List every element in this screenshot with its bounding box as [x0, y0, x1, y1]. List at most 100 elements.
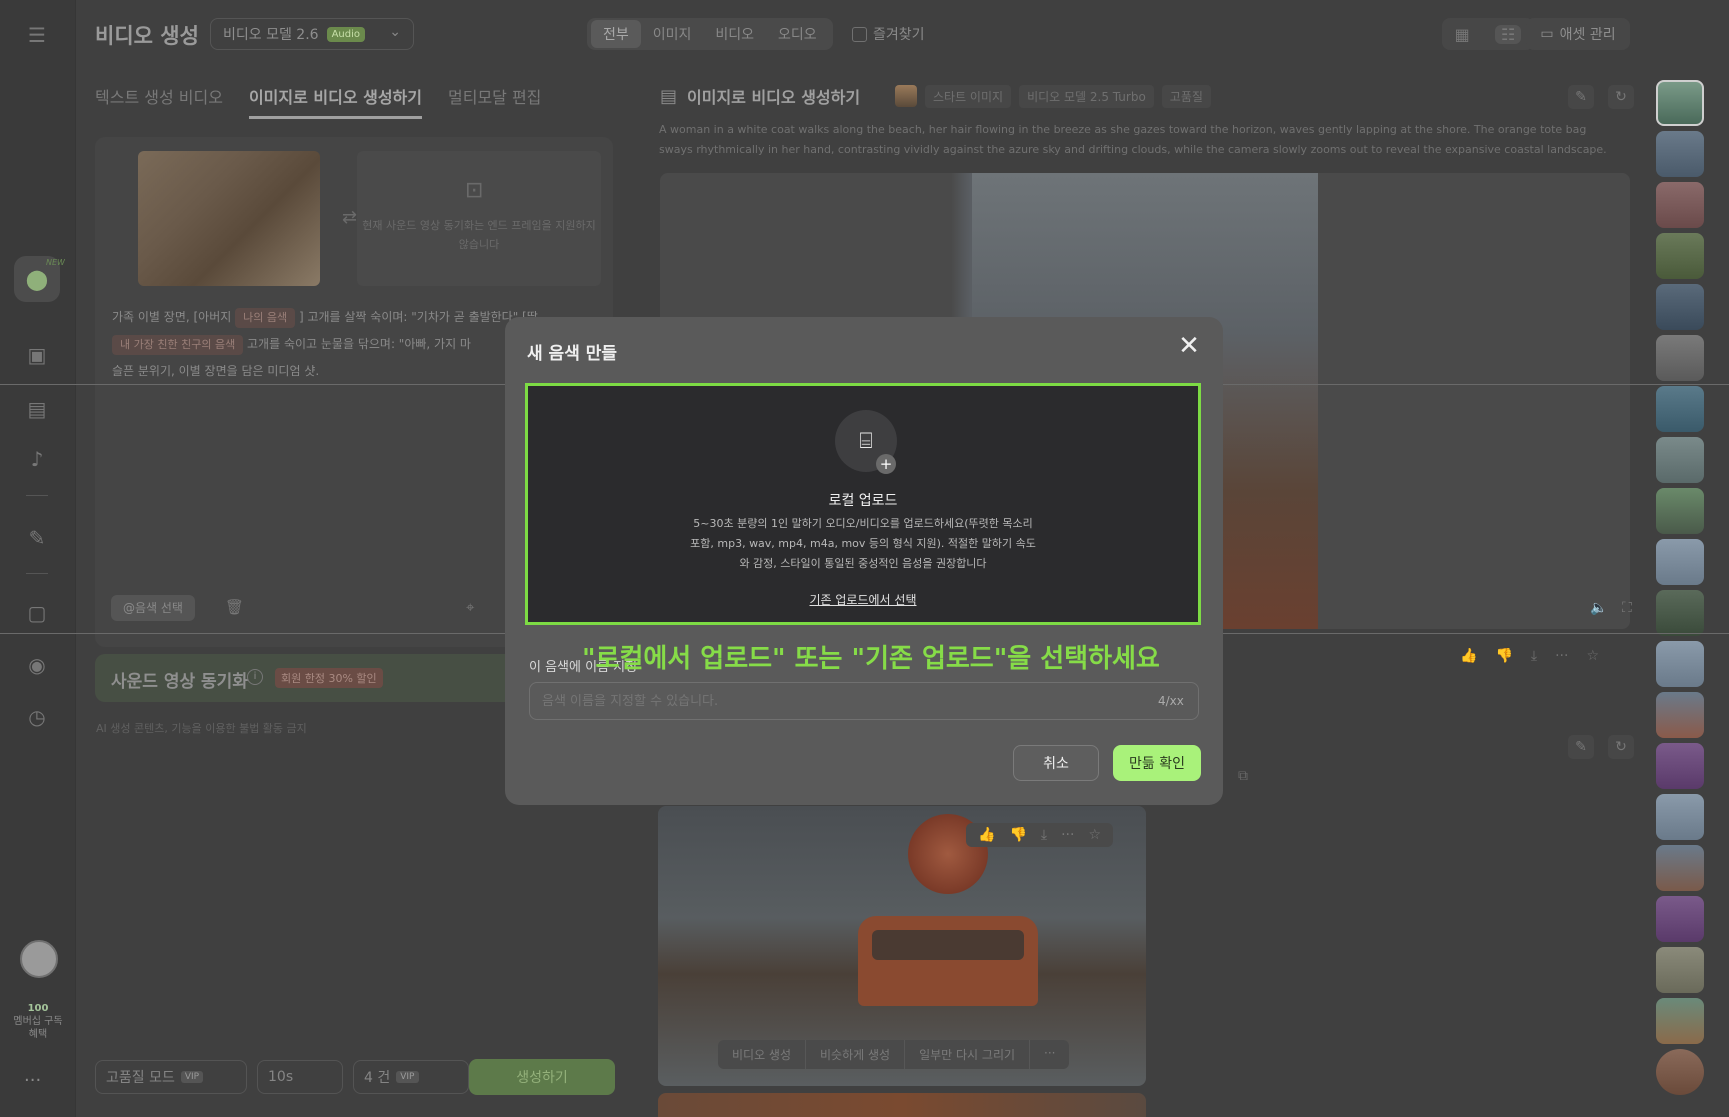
thumbnail[interactable]	[1656, 233, 1704, 279]
favorites-toggle[interactable]: 즐겨찾기	[852, 24, 925, 44]
volume-icon[interactable]: 🔈	[1590, 600, 1607, 616]
thumbnail[interactable]	[1656, 845, 1704, 891]
grid-view-icon[interactable]: ▦	[1455, 25, 1470, 44]
prompt-text[interactable]: 가족 이별 장면, [아버지 나의 음색 ] 고개를 살짝 숙이며: "기차가 …	[112, 304, 572, 385]
fullscreen-icon[interactable]: ⛶	[1622, 600, 1632, 616]
confirm-create-button[interactable]: 만듦 확인	[1113, 745, 1201, 781]
credits-block[interactable]: 100 멤버십 구독 혜택	[8, 1002, 68, 1041]
more-icon[interactable]: ···	[24, 1070, 41, 1091]
image-nav-icon[interactable]: ▣	[24, 342, 50, 368]
regenerate-icon[interactable]: ↻	[1608, 735, 1634, 759]
edit-nav-icon[interactable]: ✎	[24, 525, 50, 551]
start-frame-image[interactable]	[138, 151, 320, 286]
generate-button[interactable]: 생성하기	[469, 1059, 615, 1095]
tab-video[interactable]: 비디오	[703, 20, 766, 48]
count-dropdown[interactable]: 4 건 VIP	[353, 1060, 469, 1094]
thumbs-down-icon[interactable]: 👎	[1495, 648, 1512, 664]
rail-divider	[26, 495, 48, 496]
end-frame-hint: 현재 사운드 영상 동기화는 엔드 프레임을 지원하지 않습니다	[362, 219, 596, 251]
card-action-inpaint[interactable]: 일부만 다시 그리기	[905, 1040, 1031, 1069]
favorites-checkbox[interactable]	[852, 26, 867, 42]
close-icon[interactable]: ✕	[1176, 333, 1202, 359]
discount-badge: 회원 한정 30% 할인	[275, 668, 383, 688]
regenerate-icon[interactable]: ↻	[1608, 85, 1634, 109]
tab-multimodal-edit[interactable]: 멀티모달 편집	[448, 84, 541, 119]
generation-controls: 고품질 모드 VIP 10s 4 건 VIP	[95, 1060, 469, 1094]
next-result-card[interactable]	[658, 1093, 1146, 1117]
library-nav-icon[interactable]: ▢	[24, 600, 50, 626]
thumbnail[interactable]	[1656, 284, 1704, 330]
prompt-part: ] 고개를 살짝 숙이며: "기차가 곧 출발한다" [딸	[298, 310, 538, 324]
thumbnail[interactable]	[1656, 539, 1704, 585]
card-actions: 비디오 생성 비슷하게 생성 일부만 다시 그리기 ···	[718, 1040, 1070, 1069]
thumbnail[interactable]	[1656, 794, 1704, 840]
more-icon[interactable]: ···	[1555, 648, 1568, 664]
vip-badge: VIP	[180, 1071, 204, 1083]
history-nav-icon[interactable]: ◷	[24, 704, 50, 730]
thumbnail[interactable]	[1656, 437, 1704, 483]
left-rail: ☰ ⬤ NEW ▣ ▤ ♪ ✎ ▢ ◉ ◷ 100 멤버십 구독 혜택 ···	[0, 0, 76, 1117]
tab-image-to-video[interactable]: 이미지로 비디오 생성하기	[248, 84, 422, 119]
thumbnail[interactable]	[1656, 743, 1704, 789]
card-action-similar[interactable]: 비슷하게 생성	[806, 1040, 906, 1069]
download-icon[interactable]: ⤓	[1041, 827, 1047, 843]
location-pin-icon[interactable]: ⌖	[466, 598, 474, 616]
video-nav-icon[interactable]: ▤	[24, 396, 50, 422]
swap-icon[interactable]: ⇄	[342, 207, 357, 228]
thumbnail[interactable]	[1656, 131, 1704, 177]
start-image-thumb[interactable]	[895, 85, 917, 107]
card-action-more[interactable]: ···	[1030, 1040, 1069, 1069]
thumbnail[interactable]	[1656, 182, 1704, 228]
star-icon[interactable]: ☆	[1586, 648, 1599, 664]
upload-description: 5~30초 분량의 1인 말하기 오디오/비디오를 업로드하세요(뚜렷한 목소리…	[690, 517, 1036, 570]
new-badge: NEW	[46, 258, 65, 267]
cancel-button[interactable]: 취소	[1013, 745, 1099, 781]
copy-icon[interactable]: ⧉	[1238, 768, 1248, 784]
modal-title: 새 음색 만들	[527, 344, 618, 364]
card-action-generate-video[interactable]: 비디오 생성	[718, 1040, 807, 1069]
edit-icon[interactable]: ✎	[1568, 735, 1594, 759]
voice-chip[interactable]: 내 가장 친한 친구의 음색	[112, 335, 244, 355]
thumbnail[interactable]	[1656, 386, 1704, 432]
audio-nav-icon[interactable]: ♪	[24, 446, 50, 472]
edit-icon[interactable]: ✎	[1568, 85, 1594, 109]
asset-manager-button[interactable]: ▭ 애셋 관리	[1526, 18, 1630, 50]
tab-text-to-video[interactable]: 텍스트 생성 비디오	[95, 84, 223, 119]
duration-dropdown[interactable]: 10s	[257, 1060, 343, 1094]
trash-icon[interactable]: 🗑	[225, 598, 244, 616]
tab-all[interactable]: 전부	[591, 20, 641, 48]
local-upload-zone[interactable]: ⌸ + 로컬 업로드 5~30초 분량의 1인 말하기 오디오/비디오를 업로드…	[525, 383, 1201, 625]
voice-chip[interactable]: 나의 음색	[235, 308, 296, 328]
thumbnail[interactable]	[1656, 80, 1704, 126]
star-icon[interactable]: ☆	[1088, 827, 1101, 843]
thumbnail[interactable]	[1656, 641, 1704, 687]
thumbnail[interactable]	[1656, 335, 1704, 381]
quality-dropdown[interactable]: 고품질 모드 VIP	[95, 1060, 247, 1094]
thumbnail[interactable]	[1656, 947, 1704, 993]
thumbnail[interactable]	[1656, 488, 1704, 534]
video-gen-nav-icon[interactable]: ⬤	[24, 266, 50, 292]
thumbnail[interactable]	[1656, 1049, 1704, 1095]
tab-image[interactable]: 이미지	[641, 20, 704, 48]
list-view-icon[interactable]: ☷	[1495, 24, 1522, 44]
voice-select-button[interactable]: @음색 선택	[111, 595, 195, 621]
thumbnail[interactable]	[1656, 998, 1704, 1044]
menu-icon[interactable]: ☰	[24, 22, 50, 48]
choose-existing-link[interactable]: 기존 업로드에서 선택	[528, 591, 1198, 608]
upload-title: 로컬 업로드	[828, 493, 898, 509]
avatar[interactable]	[20, 940, 58, 978]
more-icon[interactable]: ···	[1061, 827, 1074, 843]
tab-audio[interactable]: 오디오	[766, 20, 829, 48]
thumbs-down-icon[interactable]: 👎	[1009, 827, 1026, 843]
eye-nav-icon[interactable]: ◉	[24, 652, 50, 678]
model-dropdown[interactable]: 비디오 모델 2.6 Audio ⌄	[210, 18, 414, 50]
download-icon[interactable]: ⤓	[1531, 648, 1537, 664]
thumbs-up-icon[interactable]: 👍	[1460, 648, 1477, 664]
voice-name-input[interactable]	[529, 682, 1199, 720]
thumbnail[interactable]	[1656, 692, 1704, 738]
thumbnail[interactable]	[1656, 590, 1704, 636]
thumbs-up-icon[interactable]: 👍	[978, 827, 995, 843]
audio-badge: Audio	[326, 26, 366, 42]
thumbnail[interactable]	[1656, 896, 1704, 942]
info-icon[interactable]: i	[247, 669, 263, 685]
